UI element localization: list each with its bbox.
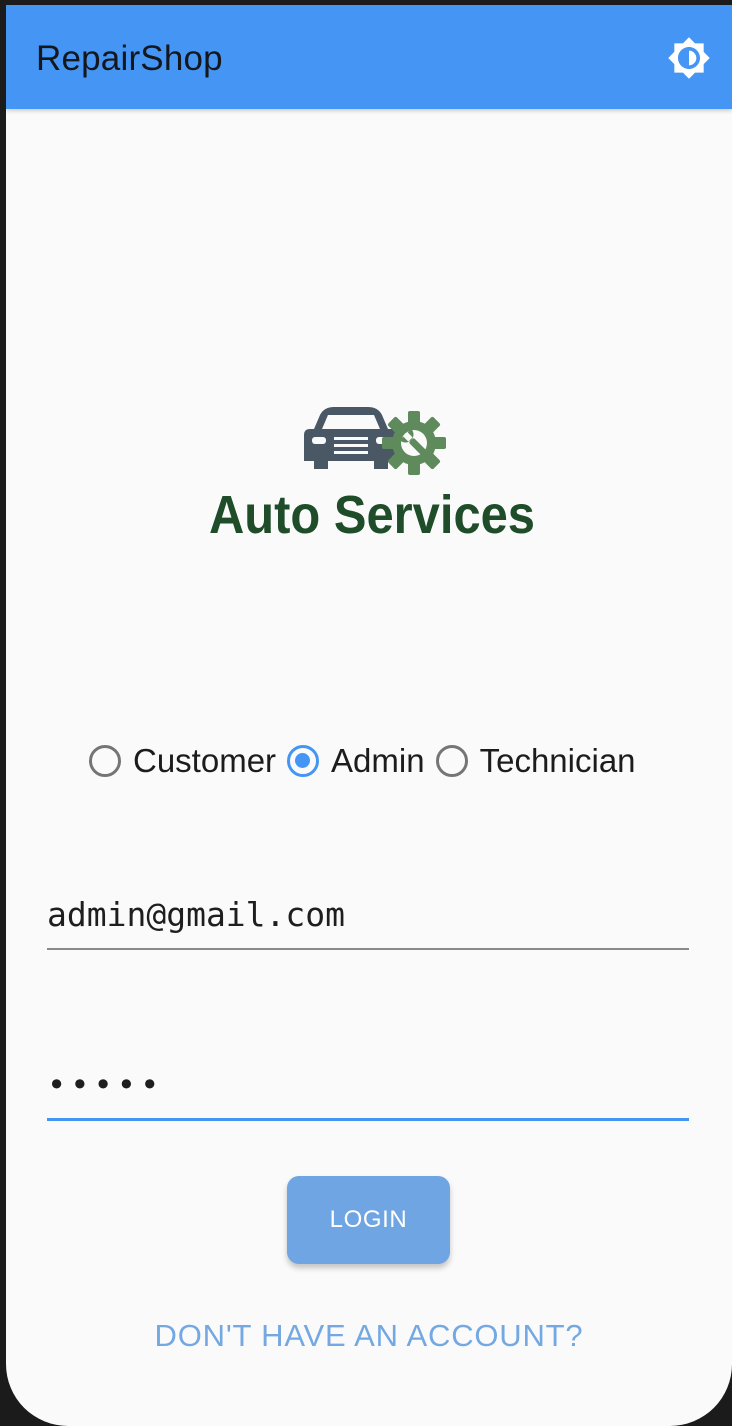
brightness-icon <box>668 37 710 79</box>
technician-label: Technician <box>479 742 636 779</box>
login-button[interactable]: LOGIN <box>287 1176 450 1264</box>
signup-link[interactable]: DON'T HAVE AN ACCOUNT? <box>6 1318 732 1354</box>
app-title: RepairShop <box>36 39 223 78</box>
email-field[interactable] <box>47 880 689 950</box>
role-option-customer[interactable]: Customer <box>86 742 284 780</box>
auto-services-logo: Auto Services <box>209 407 535 543</box>
theme-toggle-button[interactable] <box>664 33 714 83</box>
role-option-technician[interactable]: Technician <box>433 742 644 780</box>
app-screen: RepairShop Auto Services Customer Admin … <box>6 5 732 1426</box>
admin-label: Admin <box>331 742 425 779</box>
customer-label: Customer <box>133 742 277 779</box>
logo-text: Auto Services <box>209 485 535 543</box>
role-option-admin[interactable]: Admin <box>284 742 433 780</box>
admin-radio[interactable] <box>287 745 320 777</box>
technician-radio[interactable] <box>435 745 468 777</box>
role-selector: Customer Admin Technician <box>86 733 644 789</box>
gear-wrench-icon <box>382 411 446 475</box>
customer-radio[interactable] <box>89 745 121 777</box>
app-bar: RepairShop <box>6 5 732 109</box>
password-field[interactable] <box>47 1051 689 1121</box>
